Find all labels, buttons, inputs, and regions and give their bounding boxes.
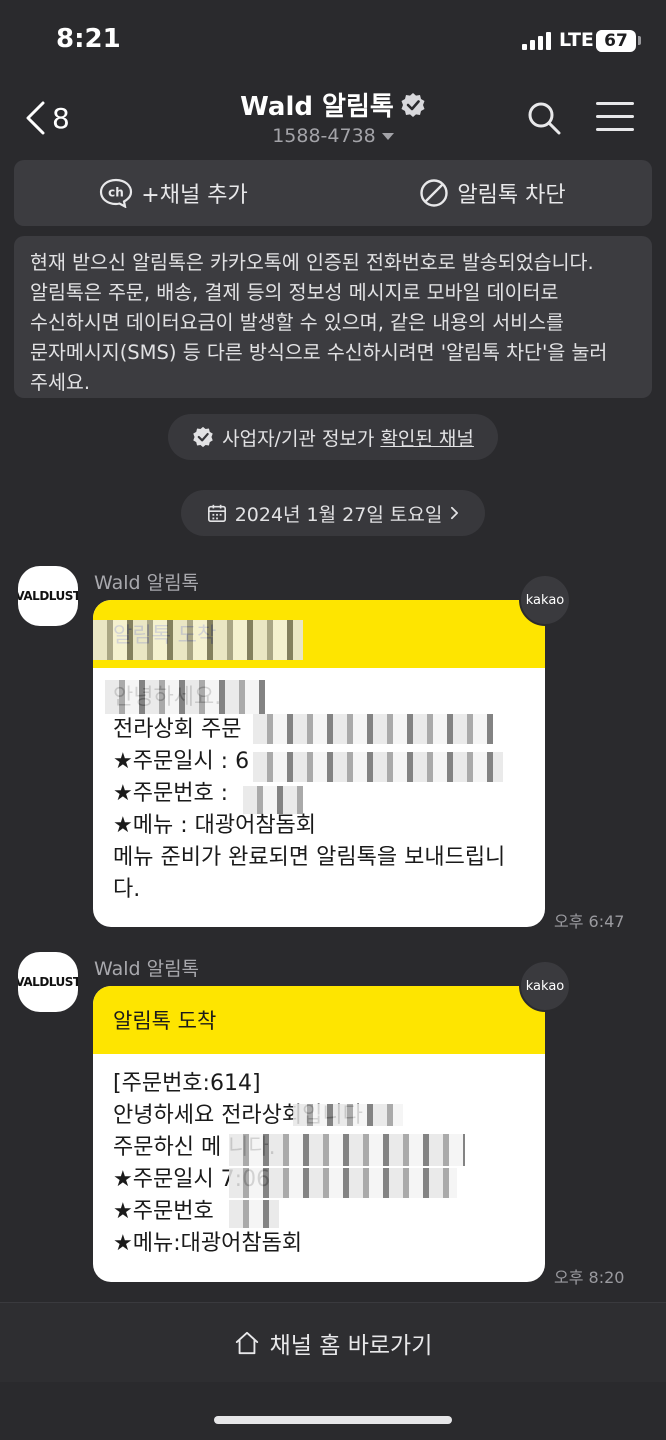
redaction-blur [229, 1200, 279, 1228]
menu-button[interactable] [596, 102, 634, 132]
action-bar: ch +채널 추가 알림톡 차단 [14, 160, 652, 226]
channel-phone: 1588-4738 [272, 125, 376, 147]
block-icon [420, 179, 449, 207]
signal-icon [522, 32, 552, 50]
avatar-text: VALDLUST [18, 975, 78, 989]
channel-name: Wald 알림톡 [240, 92, 394, 122]
verified-text: 사업자/기관 정보가 [222, 427, 381, 450]
message-bubble[interactable]: 알림톡 도착 안녕하세요. 전라상회 주문 ★주문일시 : 6 ★주문번호 : … [93, 600, 545, 927]
sender-name: Wald 알림톡 [94, 958, 200, 980]
kakao-badge: kakao [519, 574, 571, 626]
caret-down-icon [381, 132, 394, 140]
avatar-text: VALDLUST [18, 589, 78, 603]
block-alimtalk-button[interactable]: 알림톡 차단 [333, 160, 652, 226]
message-bubble[interactable]: 알림톡 도착 [주문번호:614] 안녕하세요 전라상회입니다 주문하신 메 니… [93, 986, 545, 1282]
calendar-icon [207, 504, 226, 522]
redaction-blur [253, 752, 503, 782]
network-label: LTE [559, 29, 594, 51]
date-divider[interactable]: 2024년 1월 27일 토요일 [181, 490, 485, 536]
hamburger-icon [596, 128, 634, 131]
home-icon [235, 1331, 258, 1354]
verified-channel-pill[interactable]: 사업자/기관 정보가 확인된 채널 [168, 414, 498, 460]
hamburger-icon [596, 102, 634, 105]
redaction-blur [105, 680, 265, 714]
channel-header: Wald 알림톡 1588-4738 [0, 86, 666, 147]
channel-avatar[interactable]: VALDLUST [18, 566, 78, 626]
battery-icon: 67 [596, 30, 636, 52]
redaction-blur [93, 620, 303, 660]
redaction-blur [229, 1168, 457, 1198]
battery-tip [638, 36, 641, 45]
hamburger-icon [596, 115, 634, 118]
svg-text:ch: ch [108, 186, 124, 200]
search-button[interactable] [526, 100, 562, 136]
add-channel-button[interactable]: ch +채널 추가 [14, 160, 333, 226]
search-icon [528, 102, 561, 135]
chevron-right-icon [451, 506, 459, 520]
channel-home-label: 채널 홈 바로가기 [269, 1332, 433, 1359]
home-indicator[interactable] [214, 1416, 452, 1424]
sender-name: Wald 알림톡 [94, 572, 200, 594]
status-bar: 8:21 LTE 67 [0, 0, 666, 80]
date-text: 2024년 1월 27일 토요일 [234, 503, 443, 526]
channel-icon: ch [100, 178, 133, 208]
block-label: 알림톡 차단 [457, 183, 566, 208]
channel-avatar[interactable]: VALDLUST [18, 952, 78, 1012]
redaction-blur [253, 714, 493, 744]
redaction-blur [243, 786, 303, 814]
verified-link[interactable]: 확인된 채널 [380, 428, 473, 450]
status-time: 8:21 [56, 24, 121, 54]
redaction-blur [293, 1104, 403, 1126]
channel-home-button[interactable]: 채널 홈 바로가기 [0, 1302, 666, 1382]
channel-phone-dropdown[interactable]: 1588-4738 [272, 125, 394, 147]
message-time: 오후 8:20 [554, 1268, 625, 1287]
verified-badge-icon [400, 92, 426, 118]
add-channel-label: +채널 추가 [141, 183, 248, 208]
bubble-header: 알림톡 도착 [93, 986, 545, 1054]
verified-check-icon [193, 426, 213, 448]
kakao-badge: kakao [519, 960, 571, 1012]
notice-text: 현재 받으신 알림톡은 카카오톡에 인증된 전화번호로 발송되었습니다. 알림톡… [14, 236, 652, 398]
message-time: 오후 6:47 [554, 912, 625, 931]
redaction-blur [229, 1134, 465, 1166]
battery-text: 67 [604, 31, 628, 51]
